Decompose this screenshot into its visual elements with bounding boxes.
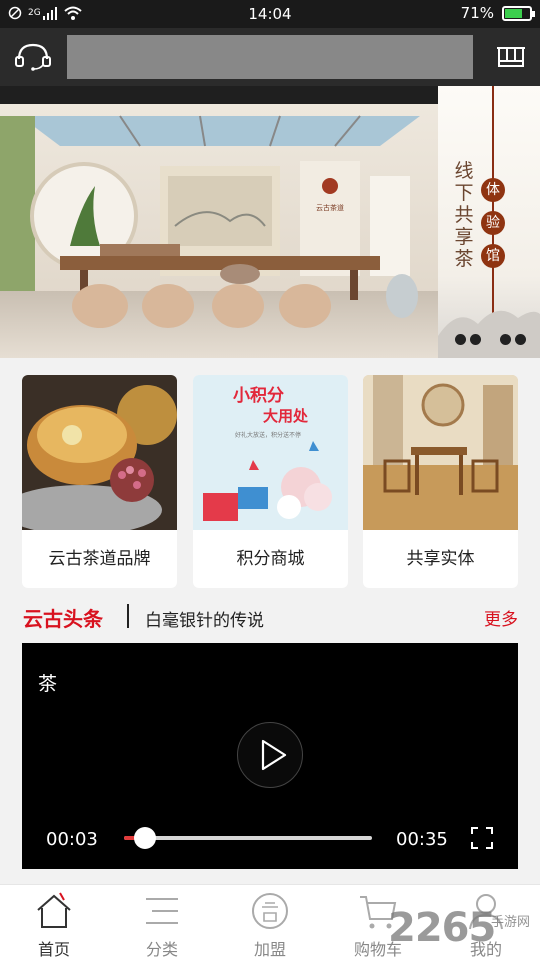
watermark-number: 2265 — [388, 905, 496, 951]
news-headline[interactable]: 白毫银针的传说 — [145, 606, 264, 631]
video-progress-bar[interactable] — [124, 827, 372, 849]
card-label: 云古茶道品牌 — [48, 549, 151, 569]
feature-cards: 云古茶道品牌 小积分 大用处 好礼大放送，积分送不停 积分商城 共享实体 — [22, 375, 518, 588]
card-shared-store[interactable]: 共享实体 — [363, 375, 518, 588]
banner-side-panel: 线下共享茶 体 验 馆 — [438, 86, 540, 358]
carousel-dots-right[interactable] — [500, 334, 526, 345]
watermark: 2265 手游网 — [388, 905, 540, 960]
carousel-dot[interactable] — [470, 334, 481, 345]
card-store-image — [363, 375, 518, 530]
points-image-subtitle: 大用处 — [263, 407, 309, 425]
hero-banner[interactable]: 云古茶道 线下共享茶 体 验 馆 — [0, 86, 540, 358]
card-label: 共享实体 — [406, 549, 475, 569]
scan-icon[interactable] — [496, 41, 526, 71]
tab-home[interactable]: 首页 — [0, 885, 108, 960]
tab-category[interactable]: 分类 — [108, 885, 216, 960]
play-button[interactable] — [237, 722, 303, 788]
fullscreen-icon[interactable] — [471, 827, 493, 849]
status-right: 71% — [460, 4, 535, 22]
join-icon — [252, 893, 288, 929]
card-brand[interactable]: 云古茶道品牌 — [22, 375, 177, 588]
banner-sign-text: 云古茶道 — [316, 203, 344, 212]
search-input[interactable] — [67, 35, 473, 79]
card-tea-image — [22, 375, 177, 530]
news-brand: 云古头条 — [23, 607, 103, 631]
top-header — [0, 28, 540, 86]
battery-percent: 71% — [460, 4, 494, 22]
points-image-title: 小积分 — [233, 386, 284, 406]
watermark-text: 手游网 — [491, 915, 531, 930]
card-points-mall[interactable]: 小积分 大用处 好礼大放送，积分送不停 积分商城 — [193, 375, 348, 588]
mountain-decoration — [438, 310, 540, 358]
video-title: 茶 — [38, 673, 58, 695]
carousel-dot[interactable] — [515, 334, 526, 345]
tab-label: 首页 — [37, 940, 70, 959]
status-bar: 2G 14:04 71% — [0, 0, 540, 28]
app-screen: 2G 14:04 71% 云古茶道 线下共享茶 体 验 馆 云古茶道品牌 小积分… — [0, 0, 540, 960]
carousel-dots-left[interactable] — [455, 334, 481, 345]
video-current-time: 00:03 — [46, 829, 98, 850]
card-points-image: 小积分 大用处 好礼大放送，积分送不停 — [193, 375, 348, 530]
home-icon — [37, 892, 71, 928]
card-label: 积分商城 — [236, 549, 305, 569]
tab-label: 分类 — [145, 940, 178, 959]
status-time: 14:04 — [248, 5, 292, 23]
tab-join[interactable]: 加盟 — [216, 885, 324, 960]
news-divider — [127, 604, 129, 628]
tab-label: 加盟 — [253, 940, 286, 959]
battery-fill — [505, 8, 523, 18]
carousel-dot[interactable] — [455, 334, 466, 345]
battery-icon — [502, 5, 535, 21]
menu-icon — [146, 898, 178, 924]
video-progress-thumb[interactable] — [134, 827, 157, 849]
customer-service-icon[interactable] — [14, 41, 52, 73]
banner-tearoom-image: 云古茶道 — [0, 86, 438, 358]
play-icon — [261, 739, 287, 771]
news-ticker: 云古头条 白毫银针的传说 更多 — [0, 600, 540, 634]
carousel-dot[interactable] — [500, 334, 511, 345]
points-image-caption: 好礼大放送，积分送不停 — [235, 431, 301, 439]
news-more-link[interactable]: 更多 — [484, 605, 518, 630]
video-player[interactable]: 茶 00:03 00:35 — [22, 643, 518, 869]
video-duration: 00:35 — [396, 829, 448, 850]
